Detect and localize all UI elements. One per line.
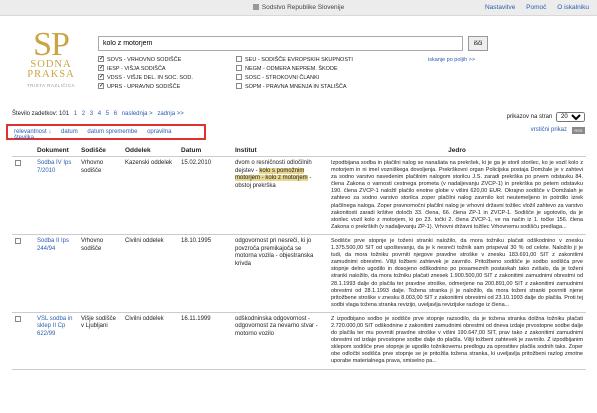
- advanced-search-link[interactable]: iskanje po poljih >>: [428, 57, 475, 63]
- top-bar: Sodstvo Republike Slovenije Nastavitve P…: [0, 0, 597, 16]
- header-select: [12, 145, 34, 157]
- checkbox-icon[interactable]: [98, 82, 104, 91]
- search-button[interactable]: išči: [468, 36, 488, 51]
- per-page-select[interactable]: 20: [556, 112, 585, 122]
- sort-date[interactable]: datum: [61, 129, 78, 135]
- filter-vdss[interactable]: VDSS - VIŠJE DEL. IN SOC. SOD.: [98, 73, 238, 83]
- filter-sosc[interactable]: SOSC - STROKOVNI ČLANKI: [236, 74, 411, 83]
- next-page-link[interactable]: naslednja >: [122, 111, 153, 117]
- table-row: VSL sodba in sklep II Cp 622/99 Višje so…: [12, 312, 586, 370]
- about-link[interactable]: O iskalniku: [557, 4, 589, 11]
- filter-seu[interactable]: SEU - SODIŠČE EVROPSKIH SKUPNOSTI: [236, 56, 411, 65]
- court-cell: Višje sodišče v Ljubljani: [78, 312, 122, 370]
- filter-uprs[interactable]: UPRS - UPRAVNO SODIŠČE: [98, 82, 238, 92]
- page-link[interactable]: 5: [106, 111, 109, 117]
- department-cell: Kazenski oddelek: [122, 156, 178, 235]
- page-link[interactable]: 2: [82, 111, 85, 117]
- table-header: Dokument Sodišče Oddelek Datum Institut …: [12, 145, 586, 157]
- date-cell: 16.11.1999: [178, 312, 232, 370]
- help-link[interactable]: Pomoč: [526, 4, 546, 11]
- department-cell: Civilni oddelek: [122, 312, 178, 370]
- header-institut[interactable]: Institut: [232, 145, 328, 157]
- summary-cell: Z izpodbijano sodbo je sodišče prve stop…: [328, 312, 586, 370]
- last-page-link[interactable]: zadnja >>: [157, 111, 183, 117]
- per-page-label: prikazov na stran: [506, 114, 553, 120]
- header-dokument[interactable]: Dokument: [34, 145, 78, 157]
- row-checkbox[interactable]: [15, 315, 21, 322]
- institut-cell: dvom o resničnosti odločilnih dejstev - …: [232, 156, 328, 235]
- summary-cell: Izpodbijana sodba in plačilni nalog se n…: [328, 156, 586, 235]
- header-datum[interactable]: Datum: [178, 145, 232, 157]
- page-link[interactable]: 4: [98, 111, 101, 117]
- filter-sovs[interactable]: SOVS - VRHOVNO SODIŠČE: [98, 55, 238, 65]
- rss-icon[interactable]: RSS: [572, 127, 585, 134]
- checkbox-icon[interactable]: [236, 65, 242, 71]
- row-checkbox[interactable]: [15, 160, 21, 166]
- sort-modified[interactable]: datum spremembe: [87, 129, 137, 135]
- table-row: Sodba II Ips 244/94 Vrhovno sodišče Civi…: [12, 234, 586, 313]
- filter-column-1: SOVS - VRHOVNO SODIŠČE IESP - VIŠJA SODI…: [98, 55, 238, 92]
- filter-sopm[interactable]: SOPM - PRAVNA MNENJA IN STALIŠČA: [236, 83, 411, 92]
- top-links: Nastavitve Pomoč O iskalniku: [476, 4, 589, 11]
- date-cell: 18.10.1995: [178, 234, 232, 313]
- emblem-icon: [252, 4, 259, 10]
- document-link[interactable]: Sodba II Ips 244/94: [37, 238, 69, 252]
- per-page-control: prikazov na stran 20: [507, 112, 585, 122]
- checkbox-icon[interactable]: [236, 74, 242, 80]
- search-input[interactable]: [98, 36, 463, 51]
- logo-tagline: TRISTA RAZLIČICA: [26, 83, 76, 88]
- table-row: Sodba IV Ips 7/2010 Vrhovno sodišče Kaze…: [12, 156, 586, 235]
- page-link[interactable]: 3: [90, 111, 93, 117]
- checkbox-icon[interactable]: [98, 73, 104, 82]
- header-jedro[interactable]: Jedro: [328, 145, 586, 157]
- page-link[interactable]: 6: [114, 111, 117, 117]
- court-cell: Vrhovno sodišče: [78, 156, 122, 235]
- logo-mark: SP: [33, 26, 70, 63]
- checkbox-icon[interactable]: [98, 64, 104, 73]
- row-checkbox[interactable]: [15, 237, 21, 244]
- settings-link[interactable]: Nastavitve: [485, 4, 515, 11]
- institut-cell: odškodninska odgovornost - odgovornost z…: [232, 312, 328, 370]
- header-oddelek[interactable]: Oddelek: [122, 145, 178, 157]
- court-cell: Vrhovno sodišče: [78, 234, 122, 313]
- logo-line2: PRAKSA: [27, 69, 75, 80]
- row-view-link[interactable]: vrstični prikaz: [531, 127, 567, 133]
- logo[interactable]: SP SODNA PRAKSA TRISTA RAZLIČICA: [22, 26, 80, 89]
- header-sodisce[interactable]: Sodišče: [78, 145, 122, 157]
- filter-iesp[interactable]: IESP - VIŠJA SODIŠČA: [98, 64, 238, 74]
- checkbox-icon[interactable]: [236, 56, 242, 62]
- sort-options: relevantnost ↓ datum datum spremembe opr…: [6, 124, 206, 141]
- results-count: Število zadetkov: 101: [12, 111, 70, 117]
- page-link[interactable]: 1: [74, 111, 77, 117]
- institut-cell: odgovornost pri nesreči, ki jo povzroča …: [232, 234, 328, 313]
- document-link[interactable]: Sodba IV Ips 7/2010: [37, 160, 71, 174]
- results-count-bar: Število zadetkov: 101 1 2 3 4 5 6 nasled…: [12, 111, 184, 117]
- results-table: Dokument Sodišče Oddelek Datum Institut …: [12, 145, 586, 370]
- checkbox-icon[interactable]: [98, 55, 104, 64]
- filter-negm[interactable]: NEGM - ODMERA NEPREM. ŠKODE: [236, 65, 411, 74]
- checkbox-icon[interactable]: [236, 83, 242, 89]
- department-cell: Civilni oddelek: [122, 234, 178, 313]
- filter-column-2: SEU - SODIŠČE EVROPSKIH SKUPNOSTI NEGM -…: [236, 56, 411, 92]
- summary-cell: Sodišče prve stopnje je toženi stranki n…: [328, 234, 586, 313]
- date-cell: 15.02.2010: [178, 156, 232, 235]
- document-link[interactable]: VSL sodba in sklep II Cp 622/99: [37, 316, 72, 337]
